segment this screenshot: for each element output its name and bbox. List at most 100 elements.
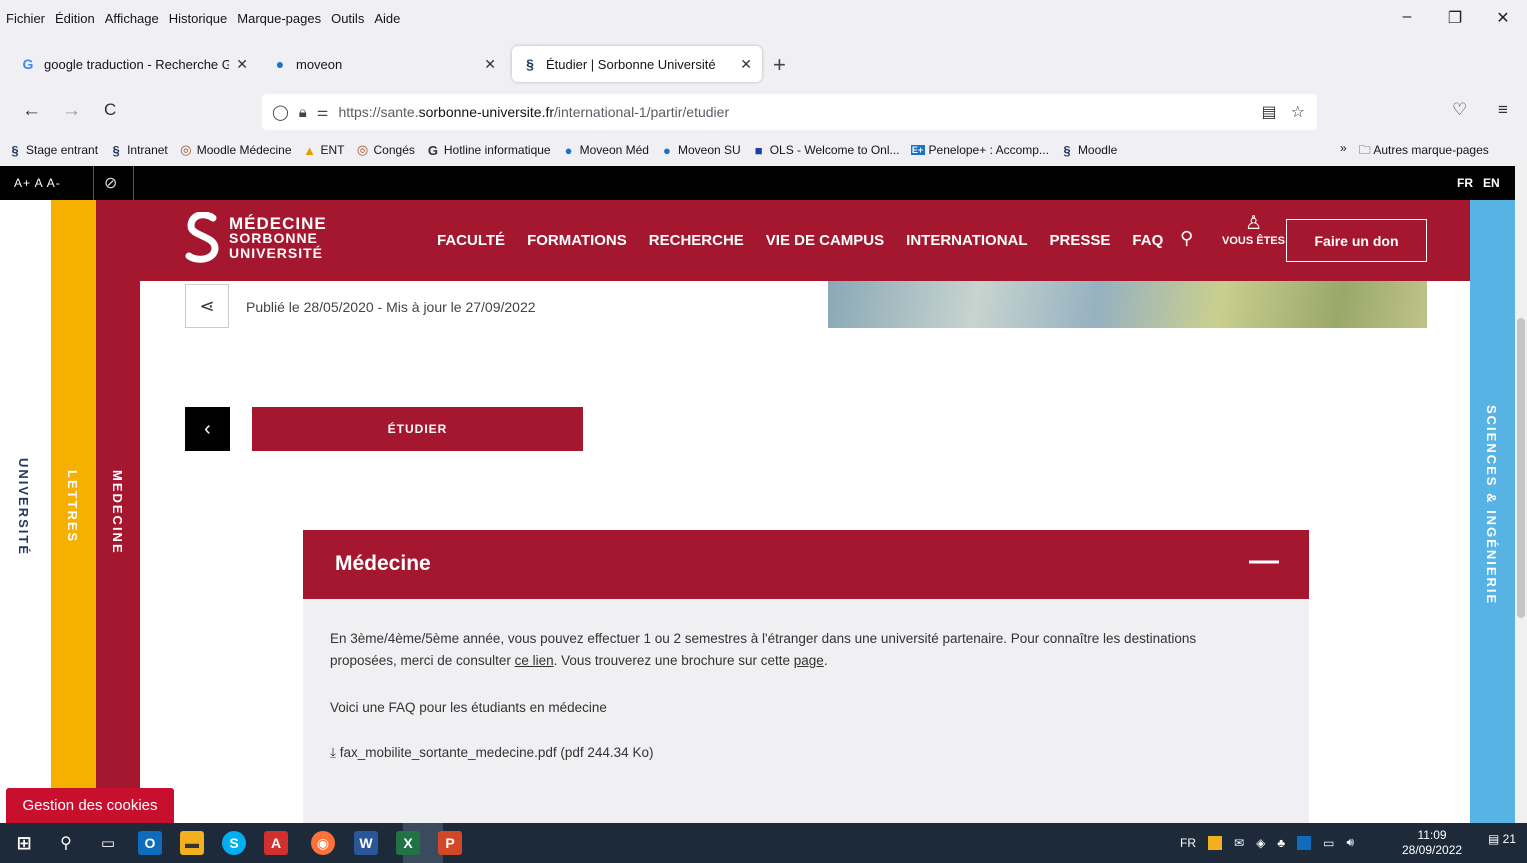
bookmark-item[interactable]: § Moodle xyxy=(1060,143,1117,158)
bookmark-item[interactable]: ● Moveon SU xyxy=(660,143,741,158)
strip-universite[interactable]: UNIVERSITÉ xyxy=(0,200,51,823)
menu-outils[interactable]: Outils xyxy=(331,11,364,26)
section-etudier-button[interactable]: ÉTUDIER xyxy=(252,407,583,451)
tab-google-traduction[interactable]: G google traduction - Recherche G ✕ xyxy=(10,46,258,82)
navigation-bar: ← → C ◯ 🔒︎ ⚌ https://sante.sorbonne-univ… xyxy=(0,90,1527,134)
back-button[interactable]: ← xyxy=(22,100,41,122)
divider xyxy=(93,166,94,200)
nav-vie-de-campus[interactable]: VIE DE CAMPUS xyxy=(766,232,884,249)
reload-button[interactable]: C xyxy=(104,100,116,120)
lang-fr[interactable]: FR xyxy=(1457,176,1473,190)
nav-faculte[interactable]: FACULTÉ xyxy=(437,232,505,249)
cookie-settings-button[interactable]: Gestion des cookies xyxy=(6,788,174,823)
forward-button[interactable]: → xyxy=(62,100,81,122)
bookmark-item[interactable]: ◎ Congés xyxy=(356,142,415,158)
minimize-button[interactable]: – xyxy=(1383,8,1431,28)
collapse-minus-icon[interactable]: — xyxy=(1249,544,1279,578)
bookmark-icon: E+ xyxy=(910,145,925,155)
bookmark-star-icon[interactable]: ☆ xyxy=(1291,102,1305,122)
bookmark-item[interactable]: ◎ Moodle Médecine xyxy=(179,142,291,158)
back-section-button[interactable]: ‹ xyxy=(185,407,230,451)
search-icon[interactable]: ⚲ xyxy=(1180,228,1193,249)
font-size-controls[interactable]: A+ A A- xyxy=(14,176,61,190)
file-download-link[interactable]: ⤓ fax_mobilite_sortante_medecine.pdf (pd… xyxy=(330,742,653,764)
network-icon[interactable]: ▭ xyxy=(1323,836,1334,850)
bookmarks-toolbar: § Stage entrant § Intranet ◎ Moodle Méde… xyxy=(0,136,1527,164)
file-explorer-icon[interactable]: ▬ xyxy=(180,831,204,855)
page-link[interactable]: page xyxy=(794,653,824,668)
tab-moveon[interactable]: ● moveon ✕ xyxy=(262,46,506,82)
acrobat-icon[interactable]: A xyxy=(264,831,288,855)
menu-edition[interactable]: Édition xyxy=(55,11,95,26)
strip-medecine[interactable]: MEDECINE xyxy=(96,200,140,823)
tab-bar: G google traduction - Recherche G ✕ ● mo… xyxy=(0,44,1527,84)
task-view-icon[interactable]: ▭ xyxy=(96,831,120,855)
menu-marque-pages[interactable]: Marque-pages xyxy=(237,11,321,26)
word-icon[interactable]: W xyxy=(354,831,378,855)
close-tab-icon[interactable]: ✕ xyxy=(236,56,248,73)
tray-app-icon[interactable] xyxy=(1208,835,1222,850)
accordion-body: En 3ème/4ème/5ème année, vous pouvez eff… xyxy=(303,599,1309,823)
bookmark-item[interactable]: ■ OLS - Welcome to Onl... xyxy=(752,143,900,158)
powerpoint-icon[interactable]: P xyxy=(438,831,462,855)
menu-aide[interactable]: Aide xyxy=(374,11,400,26)
close-tab-icon[interactable]: ✕ xyxy=(484,56,496,73)
bookmark-item[interactable]: G Hotline informatique xyxy=(426,143,551,158)
site-logo[interactable]: MÉDECINE SORBONNE UNIVERSITÉ xyxy=(185,212,327,264)
nav-presse[interactable]: PRESSE xyxy=(1050,232,1111,249)
notification-center-icon[interactable]: ▤ 21 xyxy=(1488,832,1516,846)
skype-icon[interactable]: S xyxy=(222,831,246,855)
scrollbar-thumb[interactable] xyxy=(1517,318,1525,618)
tray-network-app-icon[interactable]: ◈ xyxy=(1256,836,1265,850)
mail-icon[interactable]: ✉ xyxy=(1234,836,1244,850)
system-clock[interactable]: 11:09 28/09/2022 xyxy=(1402,828,1462,858)
nav-recherche[interactable]: RECHERCHE xyxy=(649,232,744,249)
donate-button[interactable]: Faire un don xyxy=(1286,219,1427,262)
windows-start-icon[interactable]: ⊞ xyxy=(12,831,36,855)
input-language[interactable]: FR xyxy=(1180,836,1196,850)
bookmark-item[interactable]: § Stage entrant xyxy=(8,143,98,158)
tab-etudier[interactable]: § Étudier | Sorbonne Université ✕ xyxy=(512,46,762,82)
bookmark-icon: G xyxy=(427,142,438,158)
taskbar-search-icon[interactable]: ⚲ xyxy=(54,831,78,855)
more-bookmarks-chevron-icon[interactable]: » xyxy=(1340,141,1347,162)
menu-fichier[interactable]: Fichier xyxy=(6,11,45,26)
accordion-header-medecine[interactable]: Médecine — xyxy=(303,530,1309,599)
restore-button[interactable]: ❐ xyxy=(1431,8,1479,28)
close-window-button[interactable]: ✕ xyxy=(1479,8,1527,28)
nav-faq[interactable]: FAQ xyxy=(1132,232,1163,249)
volume-icon[interactable]: 🔊︎ xyxy=(1347,835,1355,850)
excel-icon[interactable]: X xyxy=(396,831,420,855)
ce-lien-link[interactable]: ce lien xyxy=(515,653,554,668)
url-bar[interactable]: ◯ 🔒︎ ⚌ https://sante.sorbonne-universite… xyxy=(262,94,1317,130)
nav-formations[interactable]: FORMATIONS xyxy=(527,232,627,249)
share-button[interactable]: ⋖ xyxy=(185,284,229,328)
page-scrollbar[interactable] xyxy=(1515,166,1527,823)
bookmark-item[interactable]: E+ Penelope+ : Accomp... xyxy=(910,143,1049,157)
hide-eye-icon[interactable]: ⊘ xyxy=(104,173,117,193)
close-tab-icon[interactable]: ✕ xyxy=(740,56,752,73)
nav-international[interactable]: INTERNATIONAL xyxy=(906,232,1027,249)
menu-affichage[interactable]: Affichage xyxy=(105,11,159,26)
vous-etes-button[interactable]: ♙ VOUS ÊTES xyxy=(1222,212,1285,247)
firefox-icon[interactable]: ◉ xyxy=(311,831,335,855)
reader-view-icon[interactable]: ▤ xyxy=(1262,102,1277,122)
menu-historique[interactable]: Historique xyxy=(169,11,228,26)
bookmark-item[interactable]: ● Moveon Méd xyxy=(562,143,649,158)
other-bookmarks-folder[interactable]: 🗀︎ Autres marque-pages xyxy=(1359,141,1489,162)
new-tab-button[interactable]: + xyxy=(773,52,786,78)
outlook-tray-icon[interactable] xyxy=(1297,835,1312,850)
strip-sciences-ingenierie[interactable]: SCIENCES & INGÉNIERIE xyxy=(1470,200,1515,823)
lock-icon[interactable]: 🔒︎ xyxy=(299,104,307,121)
tray-user-icon[interactable]: ♣ xyxy=(1277,836,1285,850)
lang-en[interactable]: EN xyxy=(1483,176,1500,190)
shield-icon[interactable]: ◯ xyxy=(272,103,289,121)
strip-lettres[interactable]: LETTRES xyxy=(51,200,96,823)
pocket-icon[interactable]: ♡ xyxy=(1452,100,1467,120)
hamburger-menu-icon[interactable]: ≡ xyxy=(1498,100,1508,120)
outlook-icon[interactable]: O xyxy=(138,831,162,855)
bookmark-icon: § xyxy=(1063,142,1071,158)
permissions-icon[interactable]: ⚌ xyxy=(317,104,329,120)
bookmark-item[interactable]: § Intranet xyxy=(109,143,167,158)
bookmark-item[interactable]: ▲ ENT xyxy=(303,143,344,158)
